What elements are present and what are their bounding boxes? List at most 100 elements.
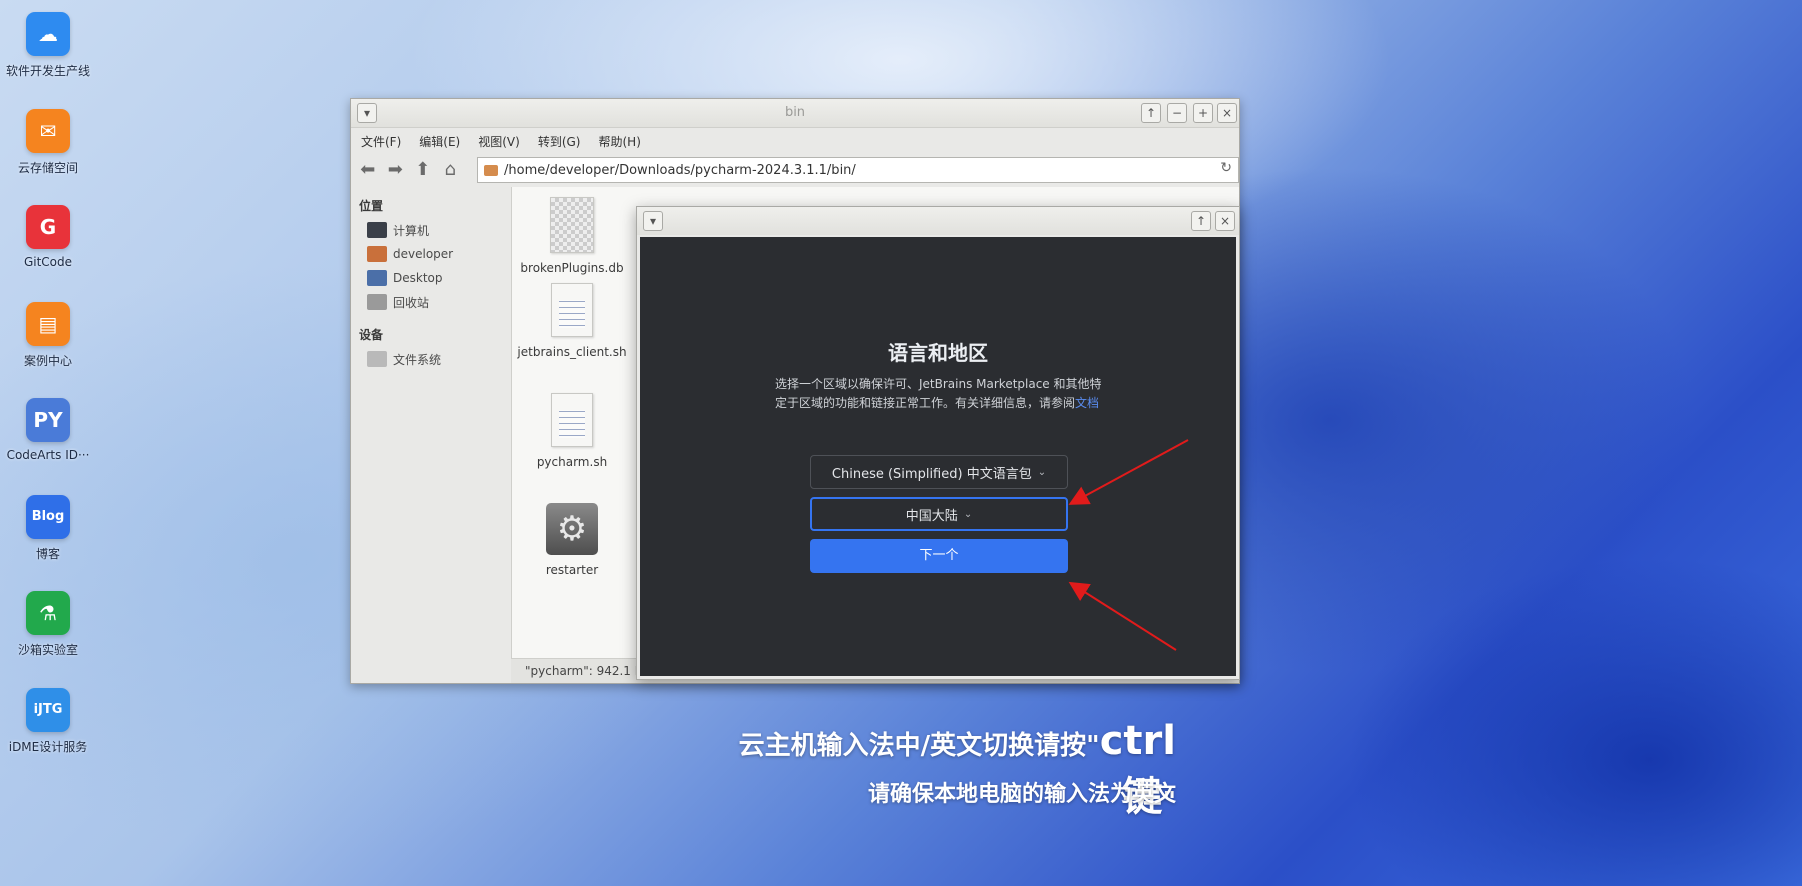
file-name: pycharm.sh	[536, 455, 608, 469]
docs-link[interactable]: 文档	[1075, 396, 1099, 410]
desktop-shortcut[interactable]: G GitCode	[0, 205, 96, 269]
minimize-icon: −	[1171, 106, 1183, 120]
cloud-storage-icon: ✉	[26, 108, 70, 153]
chevron-down-icon: ⌄	[1037, 466, 1047, 478]
sidebar-item-label: developer	[393, 247, 454, 261]
sidebar-section-header: 设备	[359, 328, 384, 342]
menubar: 文件(F) 编辑(E) 视图(V) 转到(G) 帮助(H)	[351, 128, 1239, 154]
case-center-icon: ▤	[26, 301, 70, 346]
desktop-icon	[367, 270, 387, 286]
desktop-shortcut-label: 案例中心	[23, 353, 72, 368]
reload-icon[interactable]: ↻	[1220, 160, 1232, 176]
location-bar[interactable]: /home/developer/Downloads/pycharm-2024.3…	[477, 157, 1239, 183]
menu-item[interactable]: 文件(F)	[361, 133, 401, 150]
arrow-up-icon: ↑	[1145, 106, 1157, 120]
back-button[interactable]: ⬅	[357, 158, 379, 182]
home-icon	[367, 246, 387, 262]
file-icon	[550, 197, 594, 253]
description-text: 选择一个区域以确保许可、JetBrains Marketplace 和其他特定于…	[775, 377, 1102, 410]
desktop-shortcut-label: 软件开发生产线	[5, 64, 90, 78]
menu-item[interactable]: 编辑(E)	[419, 133, 460, 150]
desktop-shortcut-label: 沙箱实验室	[17, 643, 78, 657]
sidebar-item-label: 文件系统	[393, 352, 442, 367]
language-select[interactable]: Chinese (Simplified) 中文语言包 ⌄	[810, 455, 1068, 489]
sidebar-item[interactable]: 文件系统	[351, 347, 511, 371]
ime-hint-line2: 请确保本地电脑的输入法为英文	[867, 782, 1176, 807]
next-button[interactable]: 下一个	[810, 539, 1068, 573]
chevron-down-icon: ⌄	[963, 508, 973, 520]
file-name: restarter	[545, 563, 599, 577]
location-path: /home/developer/Downloads/pycharm-2024.3…	[504, 162, 856, 178]
sidebar-section-header: 位置	[359, 199, 384, 213]
language-region-dialog: ▾ ↑ × 语言和地区 选择一个区域以确保许可、JetBrains Market…	[636, 206, 1240, 680]
file-item[interactable]: ⚙ restarter	[512, 503, 632, 577]
minimize-button[interactable]: −	[1167, 103, 1187, 123]
arrow-right-icon: ➡	[387, 159, 403, 180]
sidebar: 位置 计算机 developer Desktop 回收站设备 文件系统	[351, 187, 512, 683]
close-icon: ×	[1219, 214, 1231, 228]
dialog-titlebar: ▾ ↑ ×	[637, 207, 1239, 235]
dialog-menu-button[interactable]: ▾	[643, 211, 663, 231]
keep-above-button[interactable]: ↑	[1141, 103, 1161, 123]
idme-icon: iJTG	[26, 687, 70, 732]
file-name: jetbrains_client.sh	[517, 345, 627, 359]
close-button[interactable]: ×	[1217, 103, 1237, 123]
file-item[interactable]: brokenPlugins.db	[512, 197, 632, 275]
chevron-down-icon: ▾	[649, 214, 657, 228]
language-select-value: Chinese (Simplified) 中文语言包	[831, 466, 1032, 482]
desktop-shortcut-label: 云存储空间	[17, 160, 78, 175]
maximize-button[interactable]: +	[1193, 103, 1213, 123]
blog-icon: Blog	[26, 494, 70, 539]
dialog-content: 语言和地区 选择一个区域以确保许可、JetBrains Marketplace …	[640, 237, 1236, 676]
desktop-shortcut[interactable]: iJTG iDME设计服务	[0, 687, 96, 755]
sidebar-item[interactable]: developer	[351, 242, 511, 266]
file-name: brokenPlugins.db	[520, 261, 624, 275]
gitcode-icon: G	[26, 205, 70, 249]
sidebar-item[interactable]: 计算机	[351, 218, 511, 242]
desktop-shortcut[interactable]: ✉ 云存储空间	[0, 108, 96, 176]
computer-icon	[367, 222, 387, 238]
desktop-shortcut[interactable]: ☁ 软件开发生产线	[0, 12, 96, 79]
dialog-close-button[interactable]: ×	[1215, 211, 1235, 231]
close-icon: ×	[1221, 106, 1233, 120]
file-icon	[551, 283, 593, 337]
arrow-up-icon: ⬆	[415, 159, 431, 180]
desktop-shortcut-label: 博客	[35, 546, 60, 561]
desktop-shortcut[interactable]: PY CodeArts ID···	[0, 398, 96, 462]
trash-icon	[367, 294, 387, 310]
dialog-keep-above-button[interactable]: ↑	[1191, 211, 1211, 231]
desktop-shortcut[interactable]: ▤ 案例中心	[0, 301, 96, 369]
menu-item[interactable]: 转到(G)	[538, 133, 581, 150]
sidebar-item-label: 计算机	[393, 223, 430, 238]
sidebar-item-label: 回收站	[393, 295, 430, 310]
sidebar-item[interactable]: Desktop	[351, 266, 511, 290]
desktop-shortcut-label: iDME设计服务	[8, 739, 88, 754]
window-title: bin	[784, 105, 806, 120]
file-item[interactable]: jetbrains_client.sh	[512, 283, 632, 359]
forward-button[interactable]: ➡	[385, 158, 407, 182]
codearts-ide-icon: PY	[26, 398, 70, 442]
up-button[interactable]: ⬆	[412, 158, 434, 182]
sandbox-lab-icon: ⚗	[26, 591, 70, 635]
home-button[interactable]: ⌂	[440, 158, 462, 182]
toolbar: ⬅ ➡ ⬆ ⌂ /home/developer/Downloads/pychar…	[351, 154, 1239, 186]
gear-icon: ⚙	[546, 503, 598, 555]
desktop-shortcut[interactable]: Blog 博客	[0, 494, 96, 562]
menu-item[interactable]: 帮助(H)	[598, 133, 640, 150]
cloud-pipeline-icon: ☁	[26, 12, 70, 56]
drive-icon	[367, 351, 387, 367]
sidebar-item-label: Desktop	[393, 271, 443, 285]
desktop-shortcut[interactable]: ⚗ 沙箱实验室	[0, 591, 96, 658]
region-select[interactable]: 中国大陆 ⌄	[810, 497, 1068, 531]
desktop-shortcut-label: GitCode	[23, 255, 73, 269]
home-icon: ⌂	[444, 159, 456, 180]
maximize-icon: +	[1197, 106, 1209, 120]
desktop-shortcut-label: CodeArts ID···	[6, 448, 90, 462]
sidebar-item[interactable]: 回收站	[351, 290, 511, 314]
menu-item[interactable]: 视图(V)	[478, 133, 520, 150]
dialog-heading: 语言和地区	[888, 341, 988, 365]
arrow-up-icon: ↑	[1195, 214, 1207, 228]
region-select-value: 中国大陆	[905, 508, 958, 524]
file-item[interactable]: pycharm.sh	[512, 393, 632, 469]
arrow-left-icon: ⬅	[360, 159, 376, 180]
